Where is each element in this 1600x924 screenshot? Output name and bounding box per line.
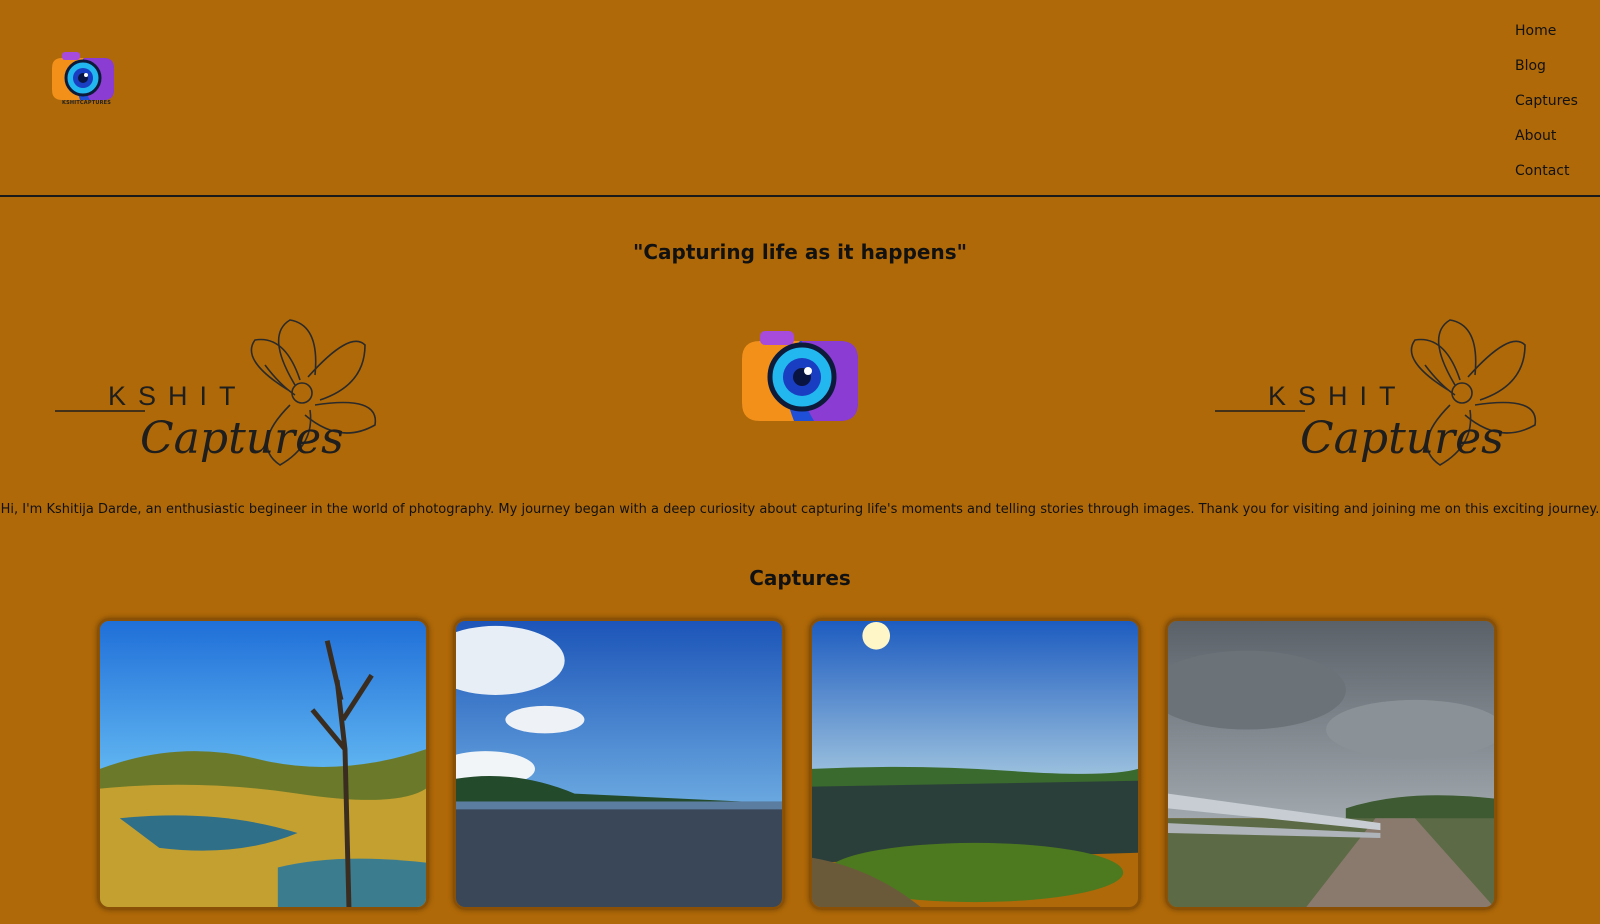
site-logo[interactable]: KSHITCAPTURES xyxy=(50,50,116,110)
camera-icon xyxy=(52,52,114,100)
nav-home[interactable]: Home xyxy=(1515,20,1595,55)
beach-photo[interactable] xyxy=(453,618,785,910)
camera-icon xyxy=(742,331,858,421)
brand-line1: KSHIT xyxy=(1268,381,1408,411)
hero-camera xyxy=(740,325,860,425)
main-nav: Home Blog Captures About Contact xyxy=(1515,20,1595,195)
flower-icon: KSHIT Captures xyxy=(55,319,377,466)
lake-cliff-photo[interactable] xyxy=(809,618,1141,910)
captures-gallery xyxy=(97,618,1503,918)
river-tree-photo[interactable] xyxy=(97,618,429,910)
brand-logo-left: KSHIT Captures xyxy=(50,315,380,475)
brand-line2: Captures xyxy=(140,413,344,464)
road-bridge-photo[interactable] xyxy=(1165,618,1497,910)
intro-text: Hi, I'm Kshitija Darde, an enthusiastic … xyxy=(0,502,1600,517)
nav-blog[interactable]: Blog xyxy=(1515,55,1595,90)
tagline: "Capturing life as it happens" xyxy=(632,240,968,264)
nav-contact[interactable]: Contact xyxy=(1515,160,1595,195)
logo-text: KSHITCAPTURES xyxy=(62,100,112,106)
flower-icon: KSHIT Captures xyxy=(1215,319,1537,466)
nav-about[interactable]: About xyxy=(1515,125,1595,160)
brand-line2: Captures xyxy=(1300,413,1504,464)
brand-line1: KSHIT xyxy=(108,381,248,411)
site-header: KSHITCAPTURES Home Blog Captures About C… xyxy=(0,0,1600,197)
captures-heading: Captures xyxy=(749,566,851,590)
nav-captures[interactable]: Captures xyxy=(1515,90,1595,125)
brand-logo-right: KSHIT Captures xyxy=(1210,315,1540,475)
